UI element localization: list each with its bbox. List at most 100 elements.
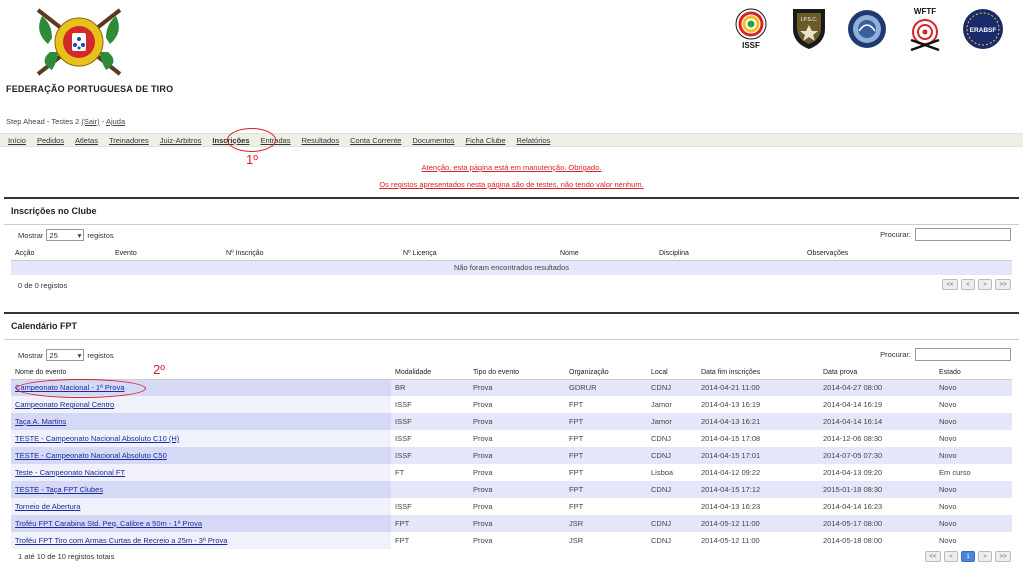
table-row[interactable]: Campeonato Regional Centro ISSF Prova FPT Ja… — [11, 396, 1012, 413]
cell-data-fim-inscricoes: 2014-04-13 16:19 — [697, 396, 819, 413]
table-row[interactable]: Teste - Campeonato Nacional FT FT Prova FPT… — [11, 464, 1012, 481]
cell-event-name[interactable]: TESTE - Taça FPT Clubes — [11, 481, 391, 498]
cell-modalidade: ISSF — [391, 447, 469, 464]
cell-local: CDNJ — [647, 379, 697, 396]
nav-relatorios[interactable]: Relatórios — [517, 136, 551, 145]
cell-organizacao: FPT — [565, 413, 647, 430]
event-link[interactable]: Taça A. Martins — [15, 417, 66, 426]
table-row[interactable]: Taça A. Martins ISSF Prova FPT Jamor 2014-04-… — [11, 413, 1012, 430]
cell-event-name[interactable]: TESTE - Campeonato Nacional Absoluto C50 — [11, 447, 391, 464]
cell-event-name[interactable]: Troféu FPT Carabina Std. Peq. Calibre a … — [11, 515, 391, 532]
inscricoes-search-input[interactable] — [915, 228, 1011, 241]
cell-event-name[interactable]: Teste - Campeonato Nacional FT — [11, 464, 391, 481]
table-row[interactable]: Torneio de Abertura ISSF Prova FPT 2014-04-1… — [11, 498, 1012, 515]
cell-data-fim-inscricoes: 2014-05-12 11:00 — [697, 515, 819, 532]
cell-estado: Novo — [935, 447, 1012, 464]
nav-documentos[interactable]: Documentos — [412, 136, 454, 145]
nav-resultados[interactable]: Resultados — [302, 136, 340, 145]
calendario-pager: << < 1 > >> — [925, 551, 1011, 562]
cell-organizacao: FPT — [565, 447, 647, 464]
nav-conta-corrente[interactable]: Conta Corrente — [350, 136, 401, 145]
previous-page-button[interactable]: < — [944, 551, 958, 562]
cell-event-name[interactable]: Torneio de Abertura — [11, 498, 391, 515]
inscricoes-table: Acção Evento Nº Inscrição Nº Licença Nom… — [11, 247, 1012, 275]
event-link[interactable]: Teste - Campeonato Nacional FT — [15, 468, 125, 477]
col-modalidade[interactable]: Modalidade — [391, 366, 469, 380]
col-estado[interactable]: Estado — [935, 366, 1012, 380]
cell-event-name[interactable]: Taça A. Martins — [11, 413, 391, 430]
cell-tipo-evento: Prova — [469, 481, 565, 498]
inscricoes-page-size-select[interactable]: 25 ▾ — [46, 229, 85, 241]
ipsc-logo: I.P.S.C. — [787, 4, 831, 54]
nav-atletas[interactable]: Atletas — [75, 136, 98, 145]
next-page-button[interactable]: > — [978, 279, 992, 290]
col-accao[interactable]: Acção — [11, 247, 111, 261]
event-link[interactable]: Campeonato Regional Centro — [15, 400, 114, 409]
nav-inicio[interactable]: Início — [8, 136, 26, 145]
event-link[interactable]: TESTE - Campeonato Nacional Absoluto C50 — [15, 451, 167, 460]
previous-page-button[interactable]: < — [961, 279, 975, 290]
col-local[interactable]: Local — [647, 366, 697, 380]
col-n-licenca[interactable]: Nº Licença — [399, 247, 556, 261]
col-data-fim-inscricoes[interactable]: Data fim inscrições — [697, 366, 819, 380]
event-link[interactable]: Torneio de Abertura — [15, 502, 80, 511]
user-name: Step Ahead - Testes 2 — [6, 117, 80, 126]
maintenance-warning: Atenção, esta página está em manutenção.… — [421, 163, 602, 172]
inscricoes-length-control: Mostrar 25 ▾ registos — [18, 229, 114, 241]
cell-organizacao: FPT — [565, 481, 647, 498]
logout-link[interactable]: (Sair) — [81, 117, 99, 126]
col-tipo-evento[interactable]: Tipo do evento — [469, 366, 565, 380]
table-row[interactable]: Troféu FPT Carabina Std. Peq. Calibre a … — [11, 515, 1012, 532]
annotation-circle-first-event — [16, 379, 146, 398]
inscricoes-title: Inscrições no Clube — [4, 199, 1019, 225]
cell-tipo-evento: Prova — [469, 464, 565, 481]
calendario-search-input[interactable] — [915, 348, 1011, 361]
table-row[interactable]: TESTE - Campeonato Nacional Absoluto C50… — [11, 447, 1012, 464]
cell-modalidade — [391, 481, 469, 498]
org-name: FEDERAÇÃO PORTUGUESA DE TIRO — [6, 84, 174, 94]
cell-tipo-evento: Prova — [469, 515, 565, 532]
event-link[interactable]: TESTE - Campeonato Nacional Absoluto C10… — [15, 434, 179, 443]
help-link[interactable]: Ajuda — [106, 117, 125, 126]
col-data-prova[interactable]: Data prova — [819, 366, 935, 380]
first-page-button[interactable]: << — [942, 279, 958, 290]
erabsf-logo: ERABSF — [961, 4, 1005, 54]
event-link[interactable]: Troféu FPT Carabina Std. Peq. Calibre a … — [15, 519, 202, 528]
table-row[interactable]: Troféu FPT Tiro com Armas Curtas de Recr… — [11, 532, 1012, 549]
table-row[interactable]: TESTE - Taça FPT Clubes Prova FPT CDNJ 2014-… — [11, 481, 1012, 498]
event-link[interactable]: Troféu FPT Tiro com Armas Curtas de Recr… — [15, 536, 227, 545]
nav-ficha-clube[interactable]: Ficha Clube — [465, 136, 505, 145]
last-page-button[interactable]: >> — [995, 279, 1011, 290]
col-disciplina[interactable]: Disciplina — [655, 247, 803, 261]
event-link[interactable]: TESTE - Taça FPT Clubes — [15, 485, 103, 494]
cell-data-prova: 2014-04-13 09:20 — [819, 464, 935, 481]
col-nome[interactable]: Nome — [556, 247, 655, 261]
col-nome-evento[interactable]: Nome do evento — [11, 366, 391, 380]
last-page-button[interactable]: >> — [995, 551, 1011, 562]
nav-pedidos[interactable]: Pedidos — [37, 136, 64, 145]
calendario-page-size-select[interactable]: 25 ▾ — [46, 349, 85, 361]
main-nav: Início Pedidos Atletas Treinadores Juiz-… — [0, 133, 1023, 147]
next-page-button[interactable]: > — [978, 551, 992, 562]
nav-juiz-arbitros[interactable]: Juiz-Arbitros — [160, 136, 202, 145]
partner-logos: ISSF I.P.S.C. WFTF ERABSF — [729, 4, 1005, 54]
inscricoes-info: 0 de 0 registos — [18, 281, 68, 290]
table-row[interactable]: Campeonato Nacional - 1ª Prova BR Prova GDR… — [11, 379, 1012, 396]
nav-treinadores[interactable]: Treinadores — [109, 136, 149, 145]
col-evento[interactable]: Evento — [111, 247, 222, 261]
cell-local: CDNJ — [647, 532, 697, 549]
cell-modalidade: FPT — [391, 532, 469, 549]
user-line: Step Ahead - Testes 2 (Sair) - Ajuda — [6, 117, 125, 126]
col-observacoes[interactable]: Observações — [803, 247, 1012, 261]
col-n-inscricao[interactable]: Nº Inscrição — [222, 247, 399, 261]
cell-data-prova: 2014-04-27 08:00 — [819, 379, 935, 396]
col-organizacao[interactable]: Organização — [565, 366, 647, 380]
first-page-button[interactable]: << — [925, 551, 941, 562]
calendario-length-control: Mostrar 25 ▾ registos — [18, 349, 114, 361]
user-line-separator: - — [101, 117, 105, 126]
cell-event-name[interactable]: Campeonato Regional Centro — [11, 396, 391, 413]
page-1-button[interactable]: 1 — [961, 551, 975, 562]
cell-event-name[interactable]: TESTE - Campeonato Nacional Absoluto C10… — [11, 430, 391, 447]
table-row[interactable]: TESTE - Campeonato Nacional Absoluto C10… — [11, 430, 1012, 447]
cell-event-name[interactable]: Troféu FPT Tiro com Armas Curtas de Recr… — [11, 532, 391, 549]
